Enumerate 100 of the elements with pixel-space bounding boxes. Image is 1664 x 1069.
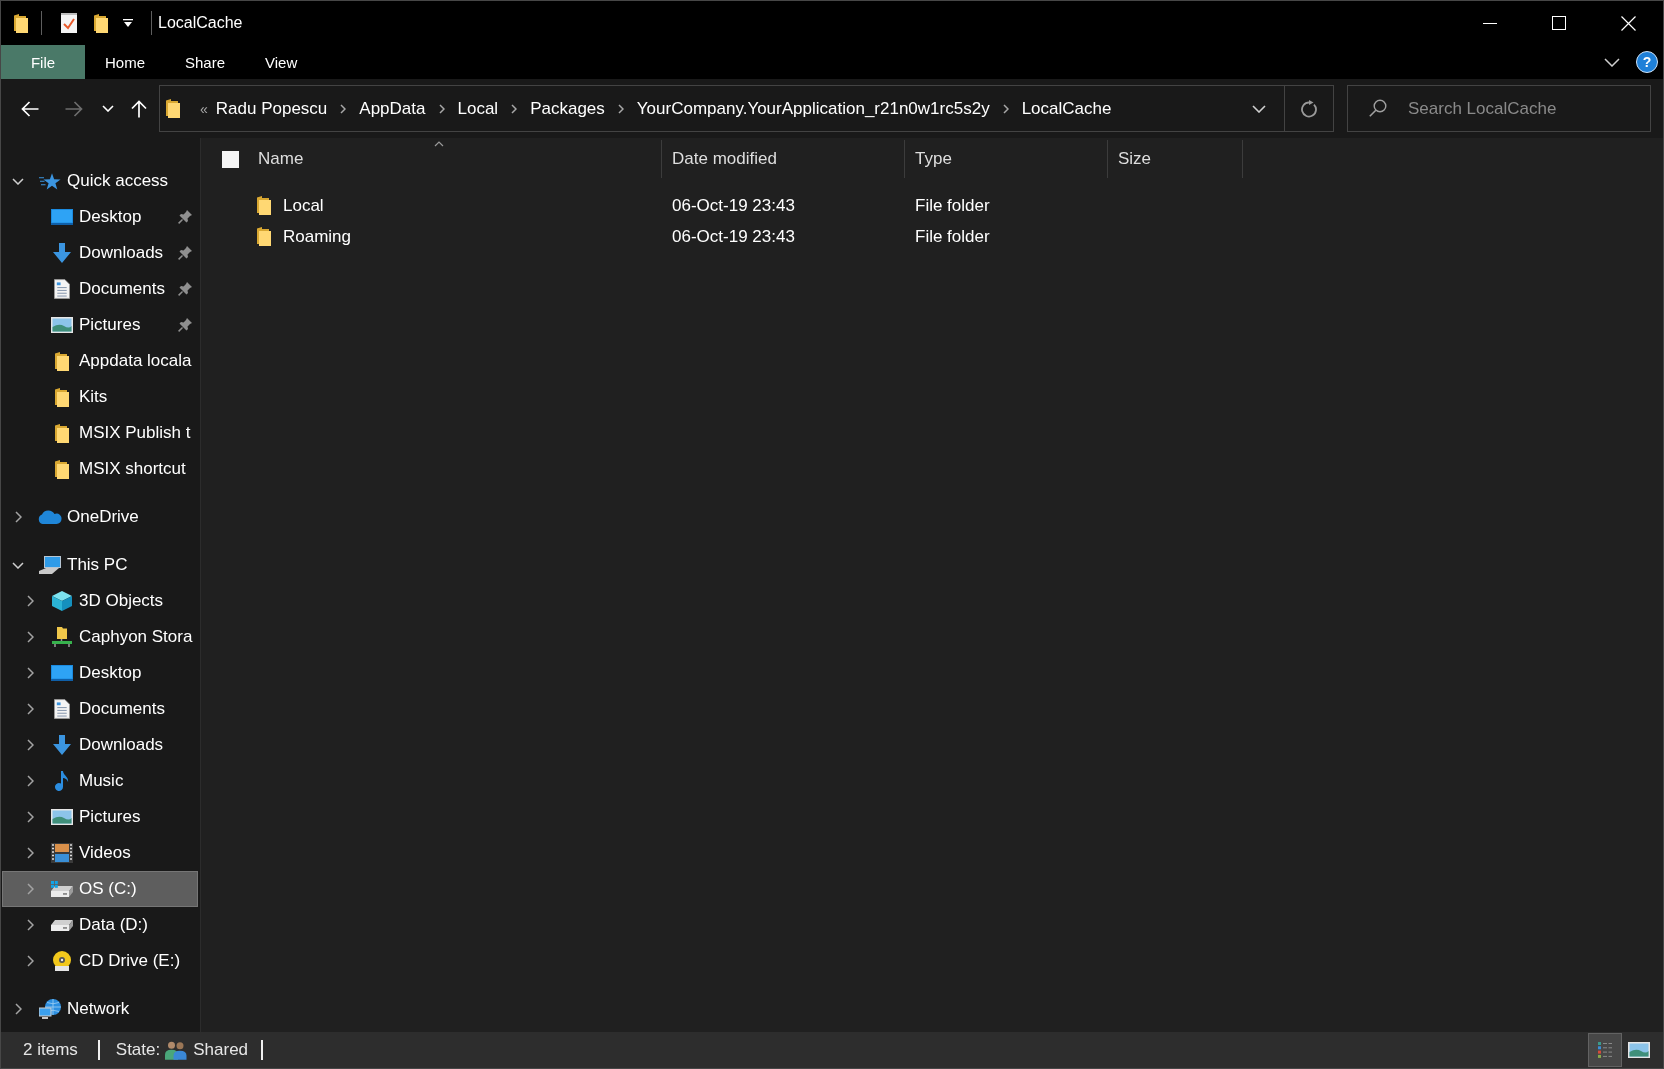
refresh-icon[interactable]	[1300, 99, 1318, 118]
nav-item[interactable]: Pictures	[2, 799, 198, 835]
folder-icon	[257, 196, 271, 215]
nav-item[interactable]: Downloads	[2, 727, 198, 763]
folder-icon	[14, 13, 28, 33]
folder-icon	[55, 387, 69, 407]
chevron-right-icon[interactable]	[14, 511, 22, 523]
computer-icon	[39, 556, 61, 574]
nav-label: Music	[79, 771, 124, 791]
nav-item[interactable]: CD Drive (E:)	[2, 943, 198, 979]
breadcrumb[interactable]: Local	[457, 98, 499, 119]
chevron-right-icon[interactable]	[26, 775, 34, 787]
folder-icon	[55, 423, 69, 443]
minimize-icon[interactable]	[1483, 22, 1497, 24]
nav-label: Videos	[79, 843, 131, 863]
column-header[interactable]: Type	[905, 140, 1108, 178]
nav-item[interactable]: OneDrive	[2, 499, 198, 535]
breadcrumb[interactable]: Radu Popescu	[215, 98, 328, 119]
file-menu-tab[interactable]: File	[1, 45, 85, 79]
ribbon-tab[interactable]: Share	[165, 45, 246, 79]
chevron-right-icon[interactable]	[26, 811, 34, 823]
chevron-right-icon[interactable]	[26, 919, 34, 931]
nav-item[interactable]: Data (D:)	[2, 907, 198, 943]
chevron-right-icon[interactable]	[617, 103, 624, 114]
caret-down-icon[interactable]	[123, 19, 133, 27]
chevron-right-icon[interactable]	[1002, 103, 1009, 114]
chevron-right-icon[interactable]	[26, 739, 34, 751]
chevron-right-icon[interactable]	[438, 103, 445, 114]
nav-item[interactable]: MSIX Publish t	[2, 415, 198, 451]
chevron-right-icon[interactable]	[26, 955, 34, 967]
nav-item[interactable]: Pictures	[2, 307, 198, 343]
nav-item[interactable]: Videos	[2, 835, 198, 871]
nav-item[interactable]: Documents	[2, 691, 198, 727]
nav-item[interactable]: MSIX shortcut	[2, 451, 198, 487]
ribbon-tab[interactable]: View	[245, 45, 318, 79]
breadcrumb[interactable]: Packages	[530, 98, 605, 119]
nav-label: Desktop	[79, 663, 142, 683]
file-row[interactable]: Roaming 06-Oct-19 23:43 File folder	[201, 221, 1243, 252]
nav-label: Appdata locala	[79, 351, 192, 371]
picture-icon	[1628, 1042, 1650, 1058]
desktop-icon	[51, 665, 73, 681]
breadcrumb-overflow[interactable]: «	[200, 100, 208, 117]
chevron-down-icon[interactable]	[12, 561, 24, 569]
picture-icon	[51, 317, 73, 333]
cube-icon	[52, 591, 72, 611]
nav-label: OneDrive	[67, 507, 139, 527]
chevron-right-icon[interactable]	[14, 1003, 22, 1015]
status-value: Shared	[193, 1040, 249, 1060]
nav-item[interactable]: OS (C:)	[2, 871, 198, 907]
nav-item[interactable]: Appdata locala	[2, 343, 198, 379]
nav-item[interactable]: Downloads	[2, 235, 198, 271]
chevron-down-icon[interactable]	[12, 177, 24, 185]
column-header[interactable]: Size	[1108, 140, 1243, 178]
close-icon[interactable]	[1621, 15, 1636, 31]
nav-item[interactable]: 3D Objects	[2, 583, 198, 619]
chevron-right-icon[interactable]	[511, 103, 518, 114]
breadcrumb[interactable]: YourCompany.YourApplication_r21n0w1rc5s2y	[636, 98, 990, 119]
search-field[interactable]: Search LocalCache	[1347, 85, 1651, 132]
chevron-down-icon[interactable]	[1252, 104, 1266, 113]
nav-label: CD Drive (E:)	[79, 951, 181, 971]
document-icon	[54, 699, 70, 719]
help-button[interactable]: ?	[1636, 51, 1658, 73]
chevron-right-icon[interactable]	[340, 103, 347, 114]
nav-item[interactable]: Desktop	[2, 199, 198, 235]
column-header[interactable]: Name	[248, 140, 662, 178]
select-all-checkbox[interactable]	[222, 150, 239, 168]
item-count: 2 items	[23, 1040, 78, 1060]
details-list-icon	[1598, 1042, 1612, 1058]
chevron-right-icon[interactable]	[26, 847, 34, 859]
column-header[interactable]: Date modified	[662, 140, 905, 178]
nav-item[interactable]: Music	[2, 763, 198, 799]
chevron-right-icon[interactable]	[26, 595, 34, 607]
nav-item[interactable]: Quick access	[2, 163, 198, 199]
maximize-icon[interactable]	[1552, 16, 1566, 30]
address-bar[interactable]: « Radu Popescu AppData Local Packages YourCompany.YourApplication_r21n0w1rc5s2y LocalCache	[159, 85, 1334, 132]
date-cell-text: 06-Oct-19 23:43	[671, 226, 796, 247]
nav-item[interactable]: Network	[2, 991, 198, 1027]
document-check-icon[interactable]	[61, 13, 77, 33]
chevron-right-icon[interactable]	[26, 631, 34, 643]
nav-item[interactable]: Caphyon Stora	[2, 619, 198, 655]
folder-icon	[257, 227, 271, 246]
breadcrumb[interactable]: LocalCache	[1021, 98, 1112, 119]
chevron-right-icon[interactable]	[26, 703, 34, 715]
breadcrumb[interactable]: AppData	[359, 98, 426, 119]
chevron-right-icon[interactable]	[26, 667, 34, 679]
nav-item[interactable]: This PC	[2, 547, 198, 583]
folder-icon[interactable]	[94, 13, 108, 33]
left-arrow-icon[interactable]	[21, 100, 39, 117]
nav-item[interactable]: Desktop	[2, 655, 198, 691]
ribbon-tab[interactable]: Home	[85, 45, 165, 79]
chevron-down-icon[interactable]	[1604, 57, 1620, 67]
nav-item[interactable]: Documents	[2, 271, 198, 307]
up-arrow-icon[interactable]	[131, 99, 147, 118]
nav-item[interactable]: Kits	[2, 379, 198, 415]
picture-icon	[51, 809, 73, 825]
nav-label: MSIX Publish t	[79, 423, 191, 443]
disc-drive-icon	[52, 951, 72, 971]
drive-icon	[51, 919, 73, 931]
people-icon	[165, 1040, 188, 1060]
file-row[interactable]: Local 06-Oct-19 23:43 File folder	[201, 190, 1243, 221]
